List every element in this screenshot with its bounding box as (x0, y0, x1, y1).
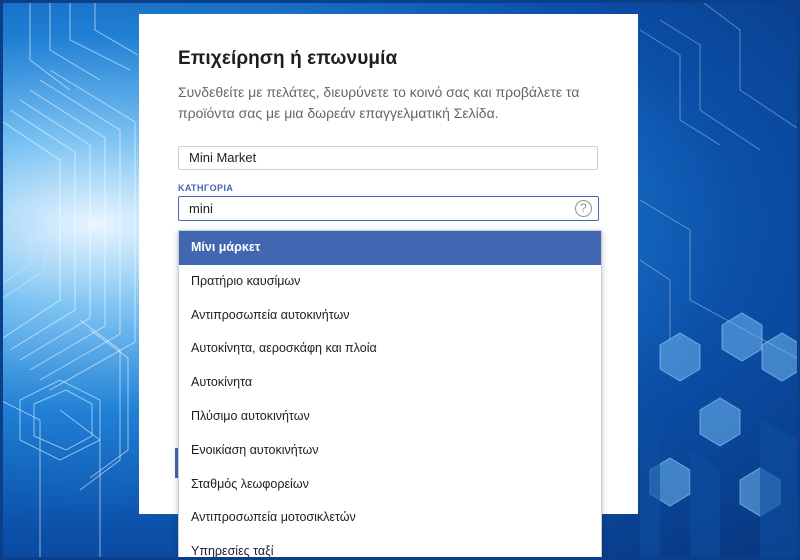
dropdown-option[interactable]: Αντιπροσωπεία μοτοσικλετών (179, 501, 601, 535)
dropdown-option[interactable]: Πρατήριο καυσίμων (179, 265, 601, 299)
category-suggestions-dropdown: Μίνι μάρκετ Πρατήριο καυσίμων Αντιπροσωπ… (178, 230, 602, 560)
dropdown-option[interactable]: Ενοικίαση αυτοκινήτων (179, 434, 601, 468)
page-description: Συνδεθείτε με πελάτες, διευρύνετε το κοι… (178, 84, 580, 121)
category-input-value: mini (189, 201, 213, 216)
screen: Επιχείρηση ή επωνυμία Συνδεθείτε με πελά… (0, 0, 800, 560)
page-title: Επιχείρηση ή επωνυμία (178, 48, 398, 69)
dropdown-option[interactable]: Πλύσιμο αυτοκινήτων (179, 400, 601, 434)
dropdown-option[interactable]: Σταθμός λεωφορείων (179, 468, 601, 502)
dropdown-option[interactable]: Αντιπροσωπεία αυτοκινήτων (179, 299, 601, 333)
dropdown-option[interactable]: Αυτοκίνητα (179, 366, 601, 400)
dropdown-option[interactable]: Αυτοκίνητα, αεροσκάφη και πλοία (179, 332, 601, 366)
page-name-input[interactable]: Mini Market (178, 146, 598, 170)
category-label: ΚΑΤΗΓΟΡΙΑ (178, 183, 234, 193)
dropdown-option[interactable]: Υπηρεσίες ταξί (179, 535, 601, 560)
category-input[interactable]: mini ? (178, 196, 599, 221)
question-circle-icon[interactable]: ? (575, 200, 592, 217)
dropdown-option-selected[interactable]: Μίνι μάρκετ (179, 231, 601, 265)
